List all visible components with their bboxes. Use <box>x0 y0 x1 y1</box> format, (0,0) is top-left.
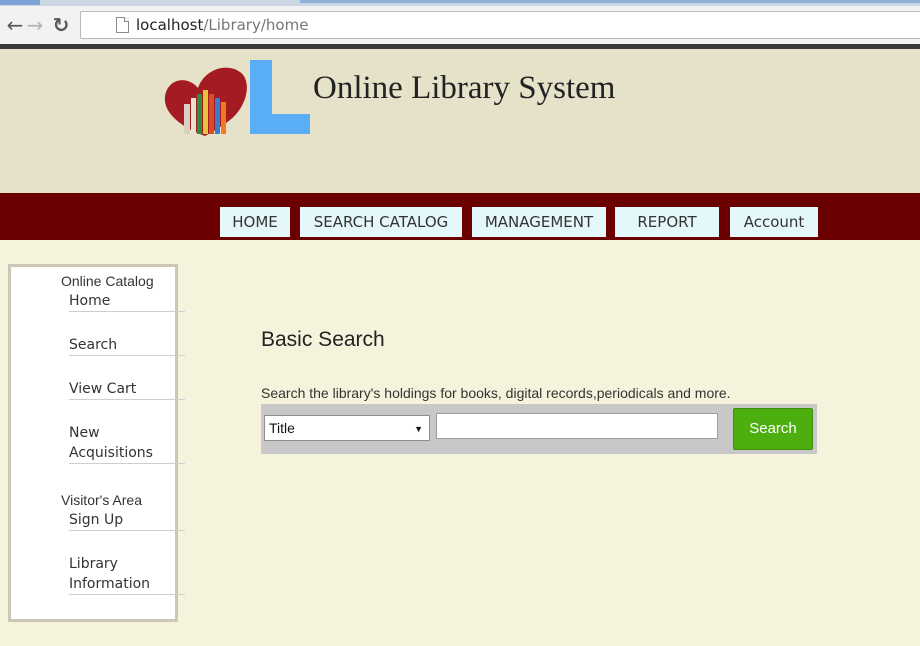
site-title: Online Library System <box>313 70 616 106</box>
url-path: /Library/home <box>203 16 309 34</box>
active-tab-indicator[interactable] <box>0 0 40 5</box>
search-button[interactable]: Search <box>733 408 813 450</box>
search-heading: Basic Search <box>261 328 385 351</box>
main-nav: HOME SEARCH CATALOG MANAGEMENT REPORT Ac… <box>0 193 920 240</box>
sidebar: Online Catalog Home Search View Cart New… <box>8 264 185 622</box>
sidebar-item-library-label[interactable]: Library <box>69 554 185 574</box>
url-host: localhost <box>136 16 204 34</box>
nav-home[interactable]: HOME <box>220 207 290 237</box>
sidebar-item-search[interactable]: Search <box>69 335 185 356</box>
page-icon <box>116 17 129 33</box>
tab-strip-line <box>300 0 920 3</box>
sidebar-item-new-acquisitions[interactable]: Acquisitions <box>69 443 185 464</box>
sidebar-heading-online-catalog: Online Catalog <box>61 273 154 289</box>
reload-icon[interactable]: ↻ <box>50 14 72 36</box>
sidebar-item-library-information[interactable]: Information <box>69 574 185 595</box>
library-logo[interactable] <box>160 58 310 138</box>
back-arrow-icon[interactable]: ← <box>4 14 26 36</box>
search-field-value: Title <box>269 420 295 436</box>
sidebar-heading-visitors-area: Visitor's Area <box>61 492 143 508</box>
sidebar-item-view-cart[interactable]: View Cart <box>69 379 185 400</box>
nav-search-catalog[interactable]: SEARCH CATALOG <box>300 207 462 237</box>
search-field-select[interactable]: Title ▼ <box>264 415 430 441</box>
dropdown-arrow-icon: ▼ <box>414 424 423 434</box>
address-bar[interactable]: localhost/Library/home <box>80 11 920 39</box>
forward-arrow-icon[interactable]: → <box>24 14 46 36</box>
search-description: Search the library's holdings for books,… <box>261 385 731 401</box>
search-input[interactable] <box>436 413 718 439</box>
sidebar-item-new-label[interactable]: New <box>69 423 185 443</box>
sidebar-item-home[interactable]: Home <box>69 291 185 312</box>
nav-account[interactable]: Account <box>730 207 818 237</box>
nav-management[interactable]: MANAGEMENT <box>472 207 606 237</box>
browser-toolbar: ← → ↻ localhost/Library/home <box>0 6 920 45</box>
sidebar-item-sign-up[interactable]: Sign Up <box>69 510 185 531</box>
url-text: localhost/Library/home <box>136 12 308 38</box>
nav-report[interactable]: REPORT <box>615 207 719 237</box>
search-bar: Title ▼ Search <box>261 404 817 454</box>
